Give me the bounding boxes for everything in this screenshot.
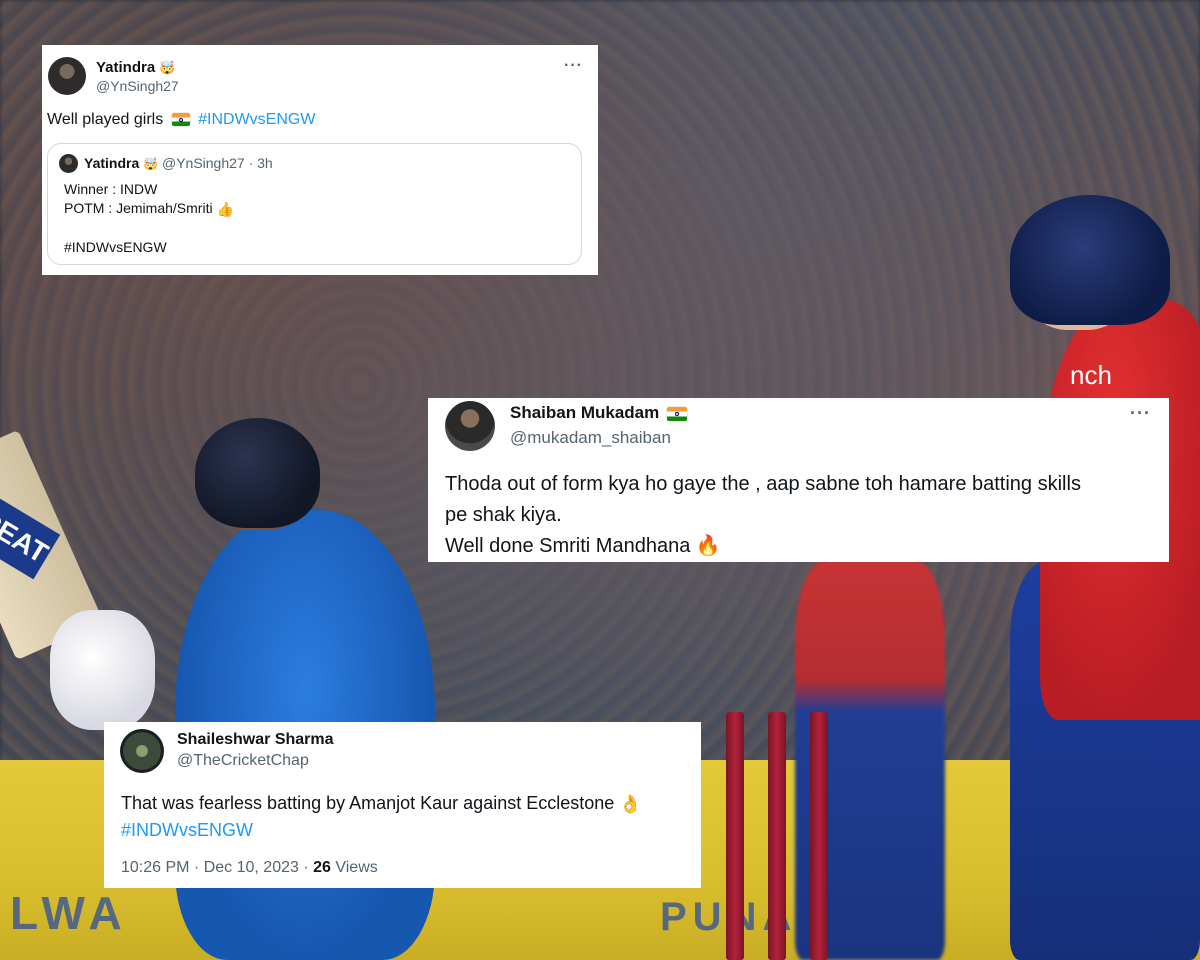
author-name[interactable]: Shaileshwar Sharma — [177, 731, 334, 749]
author-handle[interactable]: @YnSingh27 — [96, 78, 179, 94]
avatar[interactable] — [48, 57, 86, 95]
tweet-text: Well played girls #INDWvsENGW — [47, 111, 315, 129]
quoted-line-potm: POTM : Jemimah/Smriti 👍 — [64, 200, 234, 217]
tweet-line: pe shak kiya. — [445, 504, 562, 526]
tweet-text: That was fearless batting by Amanjot Kau… — [121, 790, 642, 843]
tweet-card-shaileshwar[interactable]: Shaileshwar Sharma @TheCricketChap That … — [104, 722, 701, 888]
tweet-text-content: Well played girls — [47, 111, 164, 128]
tweet-text: Thoda out of form kya ho gaye the , aap … — [445, 469, 1081, 562]
fire-emoji: 🔥 — [695, 535, 721, 558]
quoted-line-winner: Winner : INDW — [64, 181, 158, 197]
author-name[interactable]: Shaiban Mukadam — [510, 403, 687, 423]
tweet-meta: 10:26 PM · Dec 10, 2023 · 26 Views — [121, 859, 378, 877]
batting-gloves — [50, 610, 155, 730]
views-label: Views — [335, 859, 378, 876]
stump — [810, 712, 828, 960]
author-handle[interactable]: @mukadam_shaiban — [510, 428, 671, 448]
ok-hand-emoji: 👌 — [619, 794, 642, 815]
tweet-card-shaiban[interactable]: Shaiban Mukadam @mukadam_shaiban ··· Tho… — [428, 398, 1169, 562]
keeper-jersey-text: nch — [1070, 360, 1112, 390]
avatar[interactable] — [445, 401, 495, 451]
author-name[interactable]: Yatindra 🤯 — [96, 59, 176, 76]
quoted-author-handle: @YnSingh27 — [161, 155, 245, 171]
timestamp[interactable]: 10:26 PM · Dec 10, 2023 · — [121, 859, 309, 876]
hashtag-link[interactable]: #INDWvsENGW — [198, 111, 315, 128]
stump — [726, 712, 744, 960]
stump — [768, 712, 786, 960]
views-count: 26 — [313, 859, 331, 876]
tweet-line: That was fearless batting by Amanjot Kau… — [121, 790, 642, 817]
exploding-head-emoji: 🤯 — [159, 60, 176, 76]
india-flag-icon — [667, 406, 687, 421]
tweet-card-yatindra[interactable]: Yatindra 🤯 @YnSingh27 ··· Well played gi… — [42, 45, 598, 275]
quoted-body: Winner : INDW POTM : Jemimah/Smriti 👍 #I… — [64, 180, 234, 257]
quoted-hashtag: #INDWvsENGW — [64, 238, 167, 255]
author-handle[interactable]: @TheCricketChap — [177, 752, 309, 770]
tweet-line: Thoda out of form kya ho gaye the , aap … — [445, 473, 1081, 495]
more-options-icon[interactable]: ··· — [564, 57, 583, 75]
quoted-time: · 3h — [248, 155, 273, 171]
quoted-author-name: Yatindra — [84, 155, 140, 171]
quoted-tweet[interactable]: Yatindra 🤯 @YnSingh27 · 3h Winner : INDW… — [47, 143, 582, 265]
batter-helmet — [195, 418, 320, 528]
keeper-helmet — [1010, 195, 1170, 325]
bat-sticker: CEAT — [0, 494, 61, 580]
india-flag-icon — [171, 113, 190, 127]
avatar[interactable] — [120, 729, 164, 773]
more-options-icon[interactable]: ··· — [1130, 403, 1151, 424]
hashtag-link[interactable]: #INDWvsENGW — [121, 817, 642, 843]
exploding-head-emoji: 🤯 — [143, 157, 159, 172]
banner-text-left: LWA — [10, 887, 128, 939]
tweet-line: Well done Smriti Mandhana 🔥 — [445, 531, 1081, 562]
quoted-avatar — [59, 154, 78, 173]
quoted-header: Yatindra 🤯 @YnSingh27 · 3h — [84, 155, 273, 171]
thumbs-up-emoji: 👍 — [216, 200, 234, 217]
